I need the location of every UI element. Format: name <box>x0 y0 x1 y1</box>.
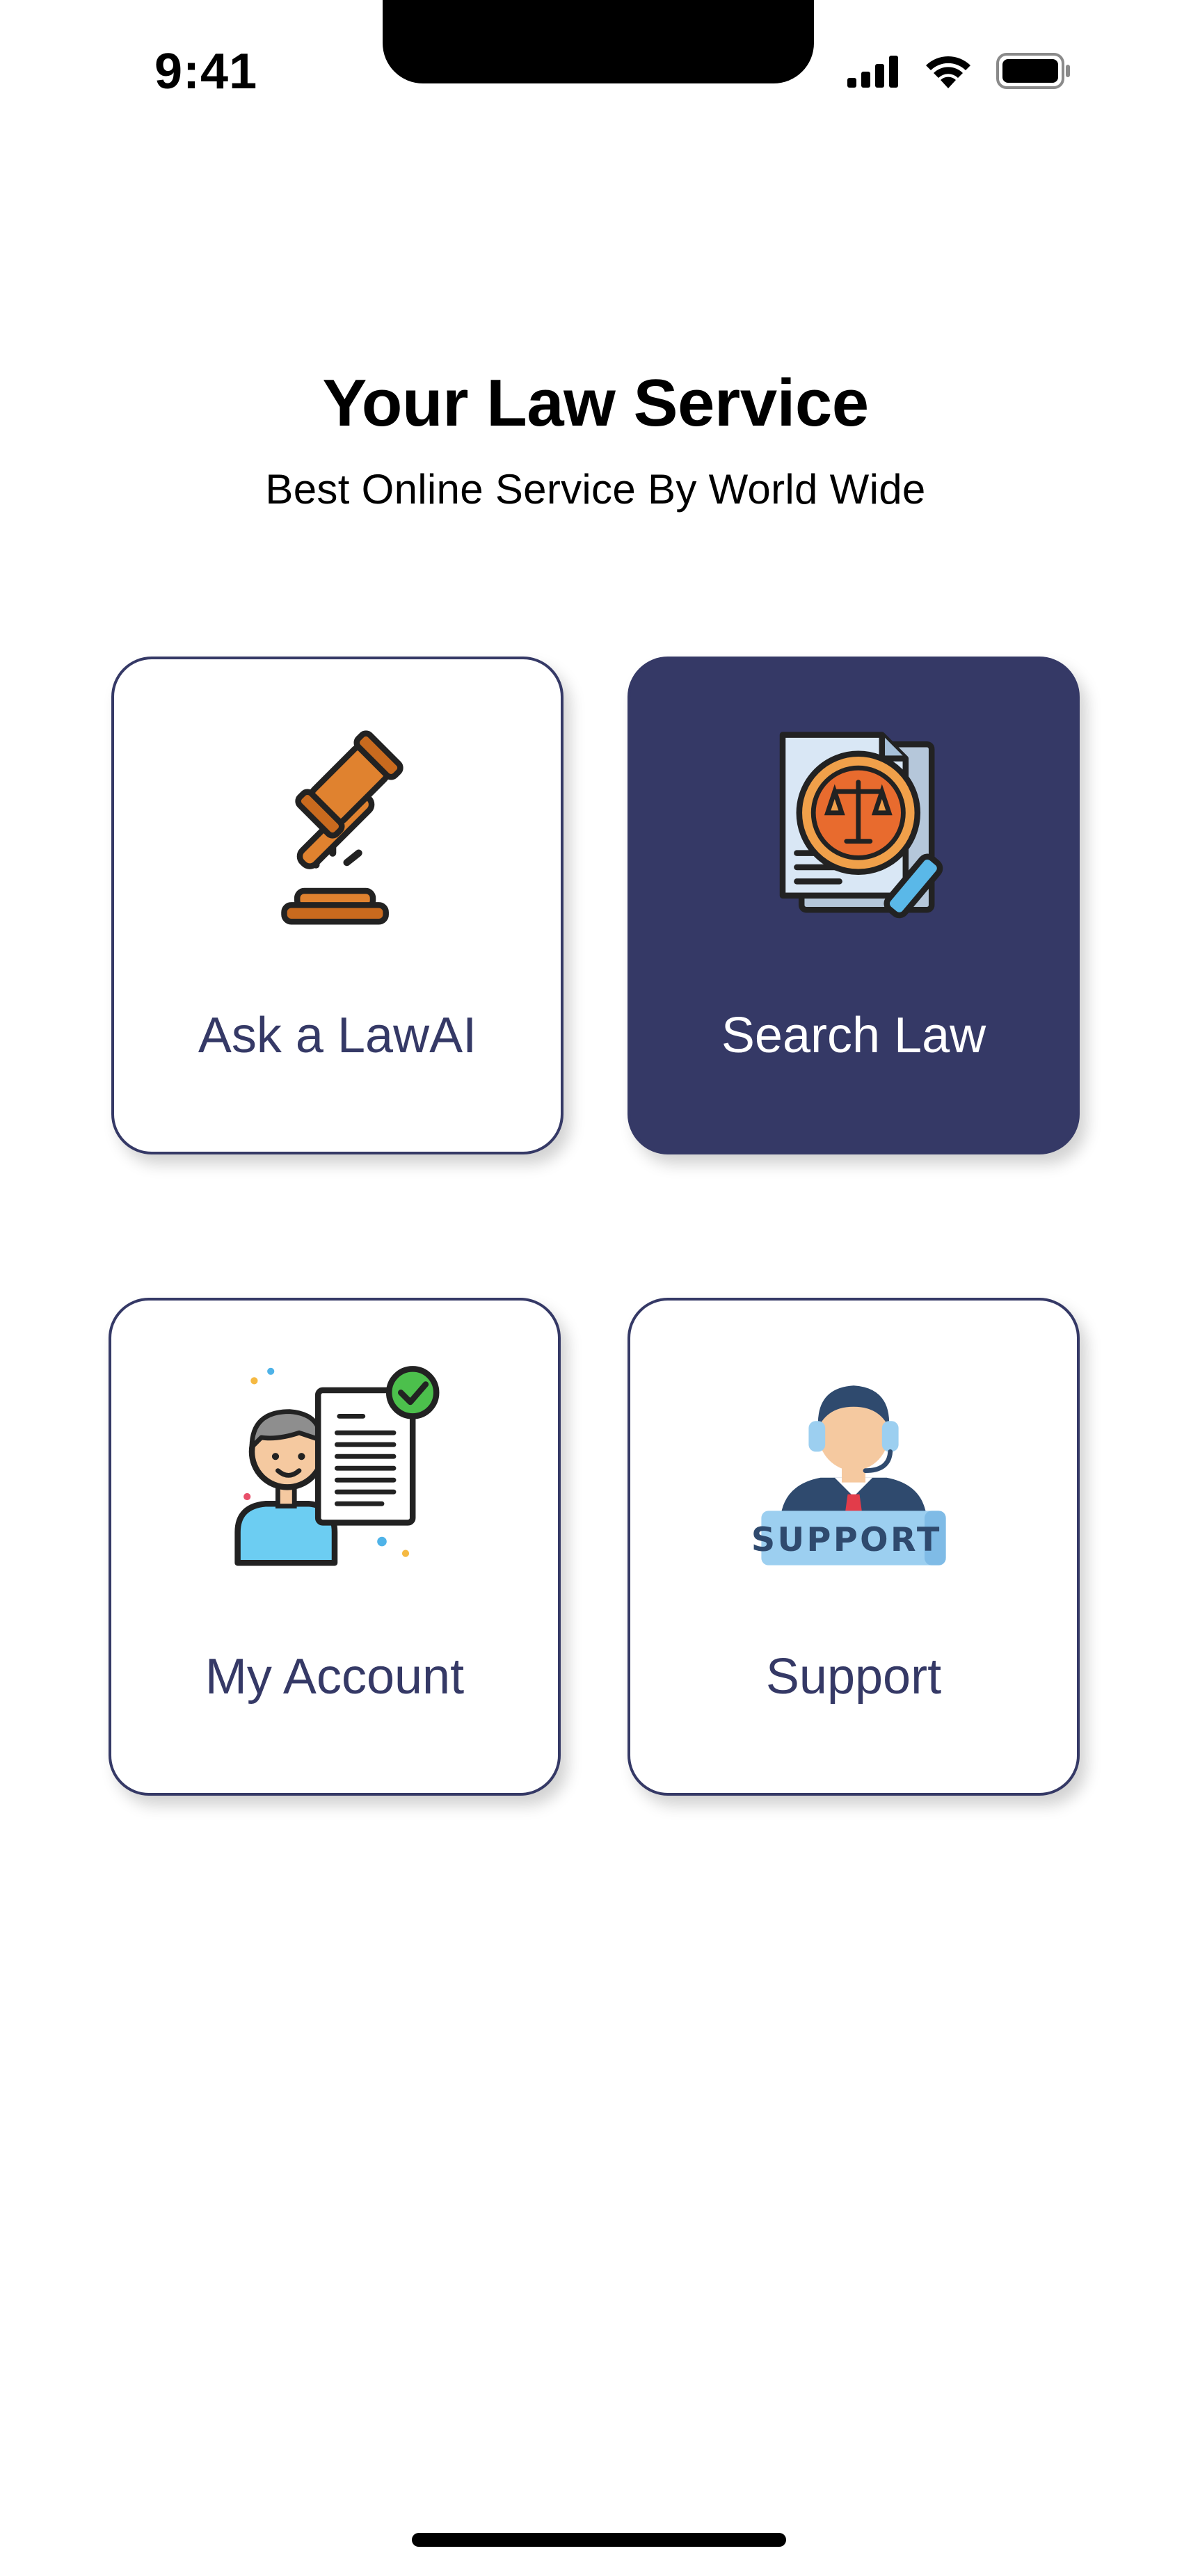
status-bar: 9:41 <box>0 0 1191 146</box>
ask-lawai-label: Ask a LawAI <box>198 1008 477 1063</box>
device-notch <box>383 0 814 83</box>
support-label: Support <box>765 1649 942 1705</box>
gavel-icon <box>219 714 456 950</box>
search-law-label: Search Law <box>721 1008 986 1063</box>
ask-lawai-card[interactable]: Ask a LawAI <box>111 657 563 1154</box>
home-indicator[interactable] <box>412 2533 786 2547</box>
status-time: 9:41 <box>154 44 258 99</box>
battery-icon <box>996 53 1071 89</box>
support-badge-text: SUPPORT <box>751 1521 942 1559</box>
page-header: Your Law Service Best Online Service By … <box>0 362 1191 516</box>
wifi-icon <box>924 54 973 88</box>
user-document-icon <box>216 1355 453 1591</box>
page-title: Your Law Service <box>322 366 869 440</box>
status-icons <box>847 49 1071 93</box>
my-account-card[interactable]: My Account <box>109 1298 561 1796</box>
my-account-label: My Account <box>205 1649 465 1705</box>
page-subtitle: Best Online Service By World Wide <box>265 466 926 513</box>
law-document-search-icon <box>735 714 972 950</box>
search-law-card[interactable]: Search Law <box>628 657 1080 1154</box>
cellular-signal-icon <box>847 54 900 88</box>
support-agent-icon: SUPPORT <box>735 1355 972 1591</box>
support-card[interactable]: SUPPORT Support <box>628 1298 1080 1796</box>
